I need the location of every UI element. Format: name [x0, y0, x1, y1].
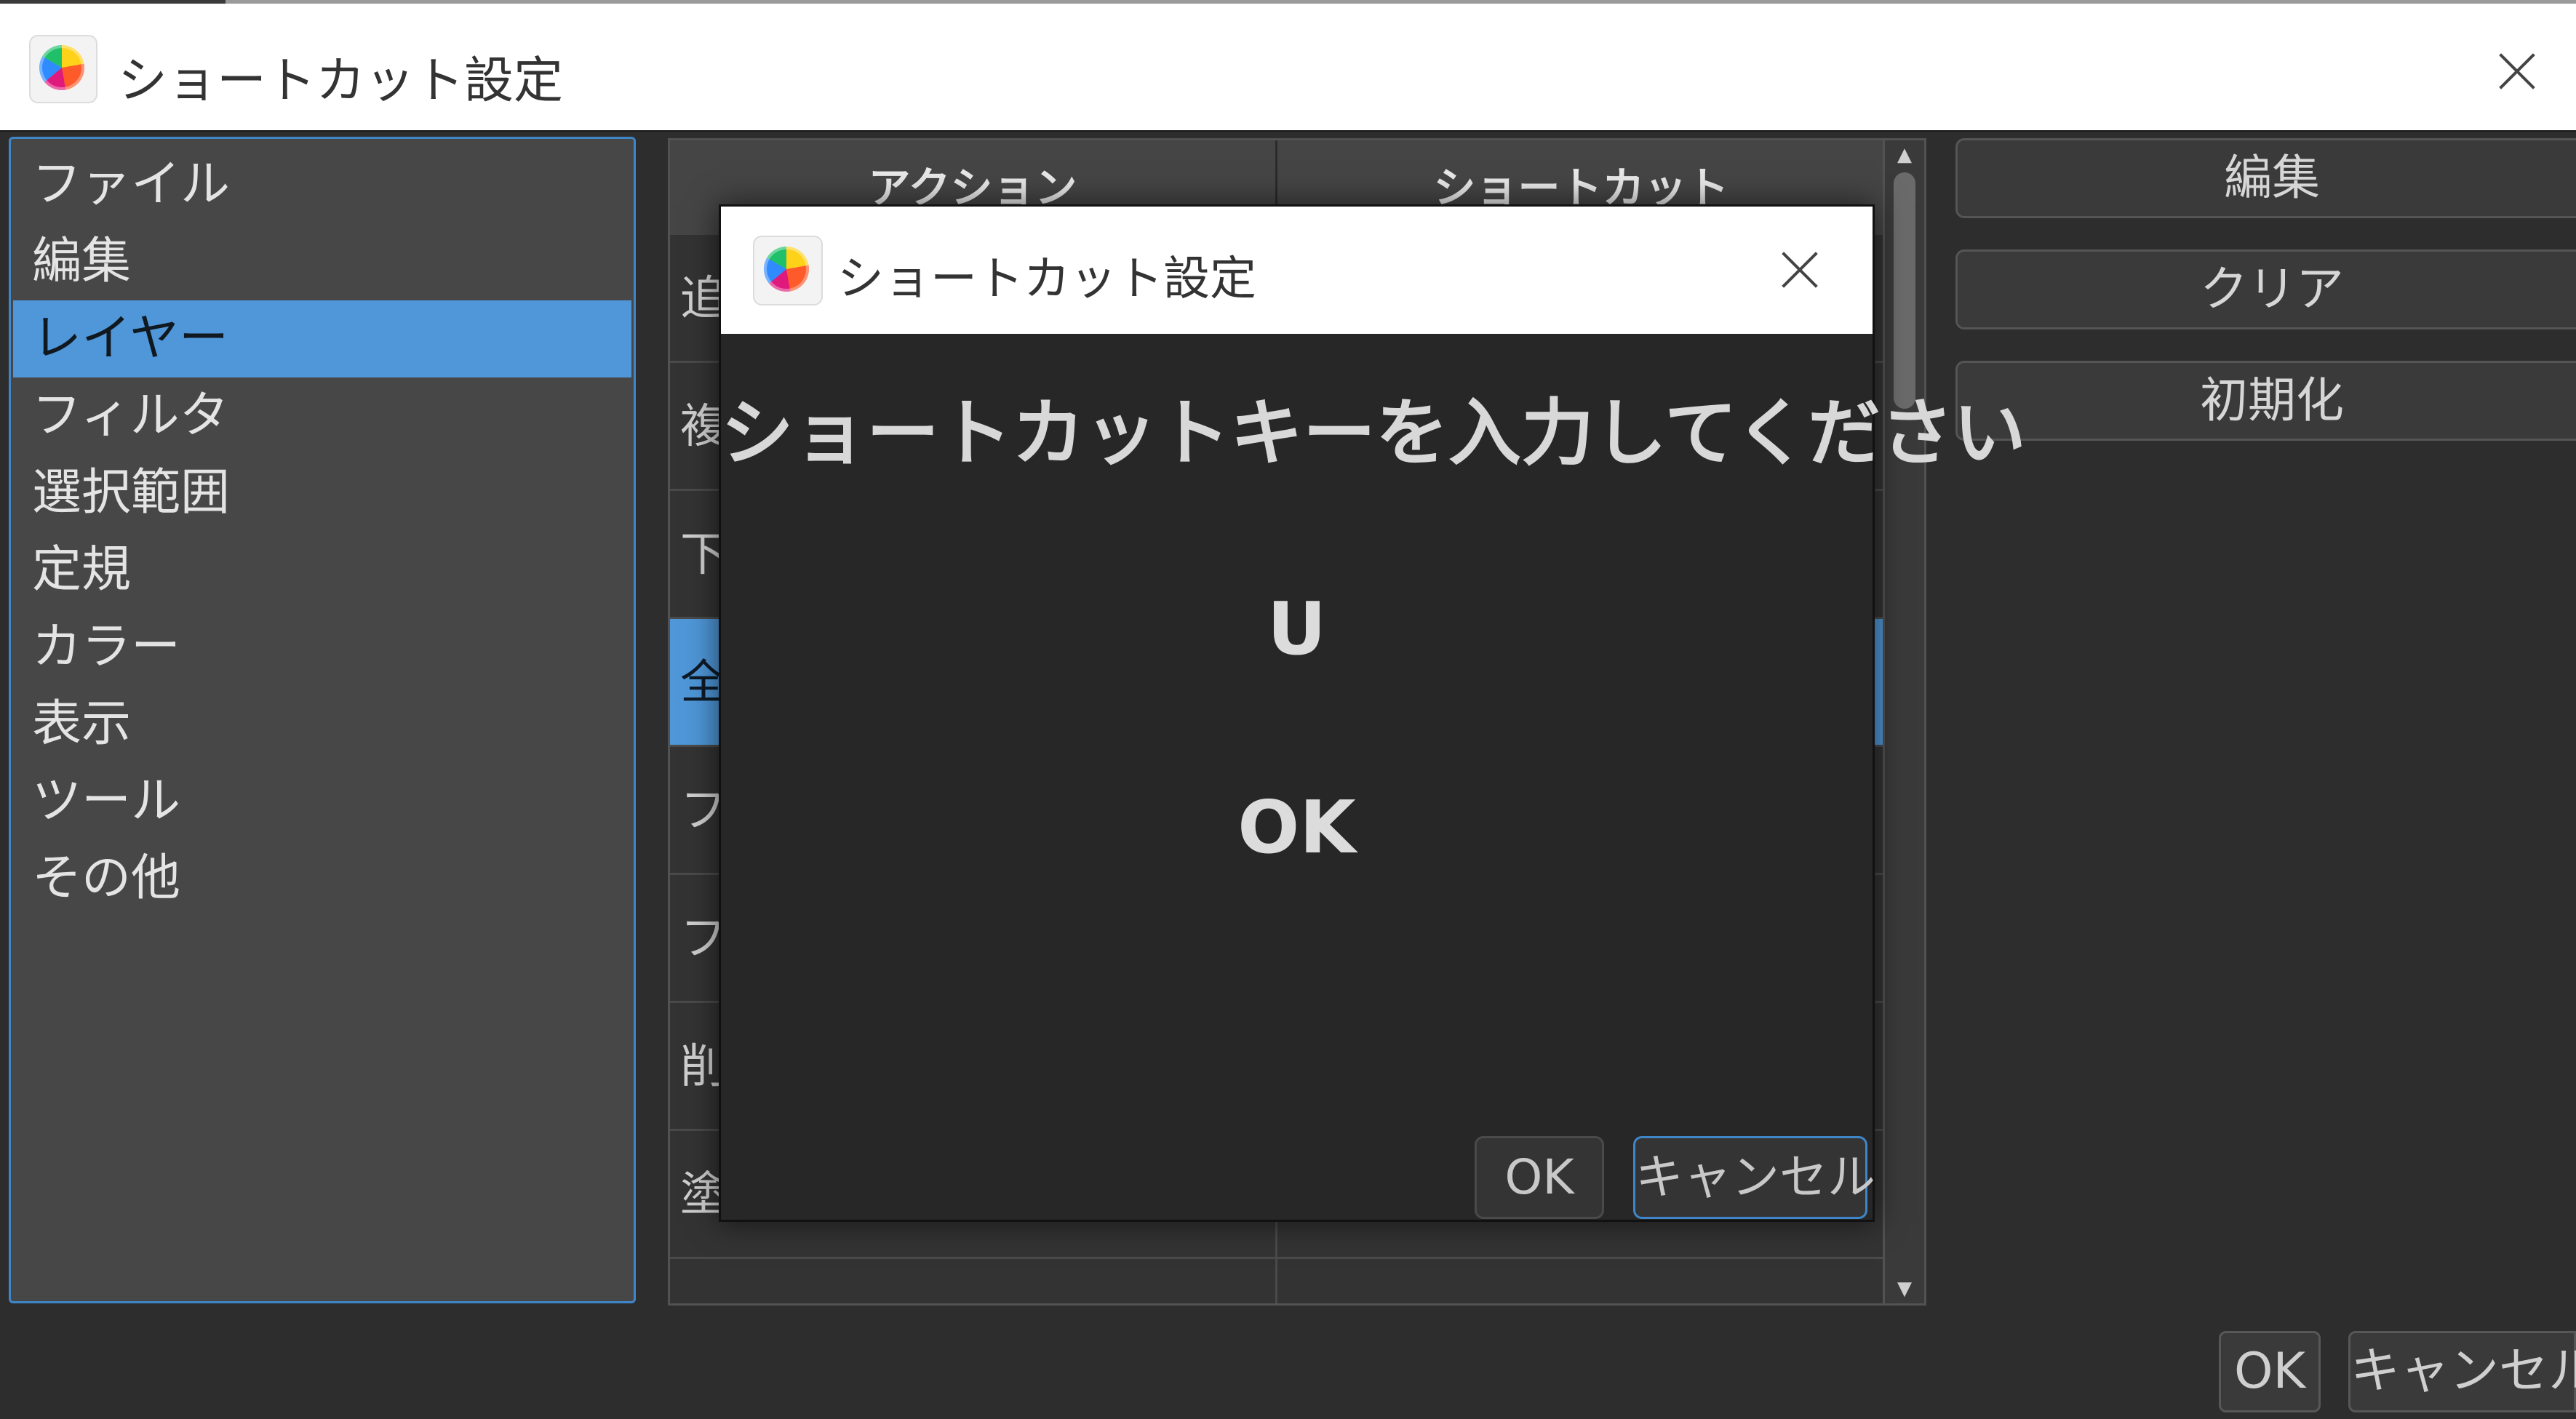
dialog-close-icon[interactable]: [1776, 246, 1824, 294]
capture-status: OK: [1237, 785, 1356, 870]
scroll-up-arrow-icon[interactable]: ▲: [1894, 145, 1915, 164]
edit-button[interactable]: 編集: [1955, 138, 2576, 218]
dialog-prompt: ショートカットキーを入力してください: [721, 391, 2026, 476]
category-item-ruler[interactable]: 定規: [13, 532, 631, 609]
category-item-other[interactable]: その他: [13, 840, 631, 917]
ok-button[interactable]: OK: [2219, 1331, 2321, 1412]
category-list[interactable]: ファイル 編集 レイヤー フィルタ 選択範囲 定規 カラー 表示 ツール その他: [9, 137, 636, 1303]
category-item-filter[interactable]: フィルタ: [13, 377, 631, 455]
category-item-edit[interactable]: 編集: [13, 223, 631, 300]
dialog-title: ショートカット設定: [837, 252, 1256, 306]
app-logo-icon: [39, 45, 84, 90]
column-divider: [1275, 1259, 1277, 1303]
table-row[interactable]: [670, 1259, 1885, 1303]
table-scrollbar[interactable]: ▲ ▼: [1883, 138, 1926, 1306]
dialog-cancel-button[interactable]: キャンセル: [1633, 1136, 1875, 1219]
captured-key: U: [1267, 586, 1327, 671]
window-close-icon[interactable]: [2493, 47, 2541, 95]
category-item-selection[interactable]: 選択範囲: [13, 455, 631, 532]
category-item-tool[interactable]: ツール: [13, 763, 631, 840]
shortcut-input-dialog[interactable]: ショートカット設定 ショートカットキーを入力してください U OK OK キャン…: [719, 204, 2026, 1222]
clear-button[interactable]: クリア: [1955, 249, 2576, 329]
dialog-ok-button[interactable]: OK: [1475, 1136, 1604, 1219]
scroll-down-arrow-icon[interactable]: ▼: [1894, 1279, 1915, 1298]
app-icon-frame: [29, 35, 97, 103]
category-item-file[interactable]: ファイル: [13, 146, 631, 223]
cancel-button[interactable]: キャンセル: [2348, 1331, 2576, 1412]
category-item-view[interactable]: 表示: [13, 686, 631, 763]
window-title-bar: ショートカット設定: [0, 4, 2576, 132]
scrollbar-thumb[interactable]: [1894, 172, 1915, 409]
dialog-title-bar: ショートカット設定: [721, 207, 1873, 334]
dialog-app-logo-icon: [764, 247, 809, 292]
window-title: ショートカット設定: [118, 52, 564, 110]
category-item-layer[interactable]: レイヤー: [13, 300, 631, 377]
dialog-app-icon-frame: [753, 236, 823, 305]
reset-button[interactable]: 初期化: [1955, 361, 2576, 441]
category-item-color[interactable]: カラー: [13, 609, 631, 686]
